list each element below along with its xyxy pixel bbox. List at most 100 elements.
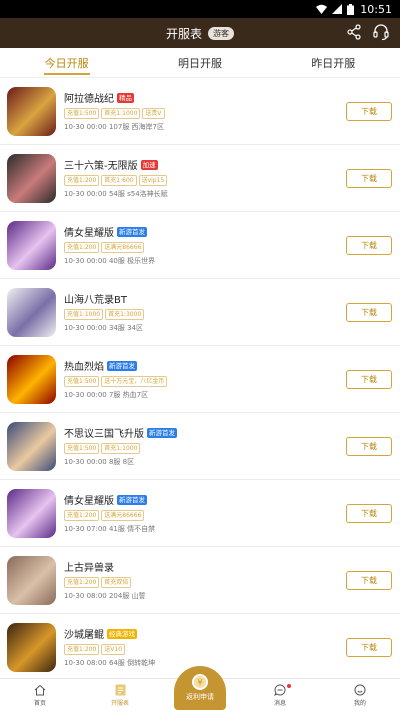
game-icon[interactable] bbox=[7, 86, 56, 136]
game-name: 热血烈焰 bbox=[64, 362, 104, 373]
nav-profile[interactable]: 我的 bbox=[320, 679, 400, 711]
download-button[interactable]: 下载 bbox=[346, 370, 392, 389]
game-icon[interactable] bbox=[7, 287, 56, 337]
home-icon bbox=[34, 684, 46, 695]
game-icon[interactable] bbox=[7, 153, 56, 203]
game-tag: 送贵V bbox=[142, 108, 165, 119]
game-tags: 充值1:200 送V10 bbox=[64, 644, 393, 655]
game-tags: 充值1:500 首充1:1000 送贵V bbox=[64, 108, 393, 119]
game-info: 阿拉德战纪 精品 充值1:500 首充1:1000 送贵V 10-30 00:00 107… bbox=[64, 90, 393, 132]
game-name: 倩女星耀版 bbox=[64, 496, 114, 507]
game-name-row: 三十六策-无限版 加速 bbox=[64, 157, 393, 172]
game-list-item[interactable]: 倩女星耀版 新游首发 充值1:200 送满元86666 10-30 07:00 41服 … bbox=[0, 480, 400, 547]
server-open-info: 10-30 00:00 40服 极乐世界 bbox=[64, 257, 156, 265]
game-list-item[interactable]: 三十六策-无限版 加速充值1:200 首充1:600 送vip15 10-30 00:0… bbox=[0, 145, 400, 212]
game-tag: 首充1:3000 bbox=[105, 309, 145, 320]
app-header: 开服表 游客 bbox=[0, 18, 400, 48]
game-icon[interactable] bbox=[7, 220, 56, 270]
status-time: 10:51 bbox=[360, 2, 392, 16]
game-tags: 充值1:500 首充1:1000 bbox=[64, 443, 393, 454]
game-label-badge: 新游首发 bbox=[107, 360, 137, 371]
game-name-row: 沙城屠鲲 经典游戏 bbox=[64, 626, 393, 641]
game-icon[interactable] bbox=[7, 622, 56, 672]
game-icon[interactable] bbox=[7, 488, 56, 538]
game-tags: 充值1:200 首充1:600 送vip15 bbox=[64, 175, 393, 186]
guest-badge: 游客 bbox=[208, 26, 234, 40]
game-tag: 首充1:600 bbox=[101, 175, 137, 186]
nav-home[interactable]: 首页 bbox=[0, 679, 80, 711]
server-list-icon bbox=[115, 684, 125, 695]
message-icon bbox=[274, 684, 286, 696]
game-icon[interactable] bbox=[7, 354, 56, 404]
game-tag: 充值1:500 bbox=[64, 443, 100, 454]
game-tag: 送满元86666 bbox=[101, 242, 145, 253]
game-label-badge: 新游首发 bbox=[117, 226, 147, 237]
download-button[interactable]: 下载 bbox=[346, 303, 392, 322]
tab-today[interactable]: 今日开服 bbox=[0, 48, 133, 77]
game-list-item[interactable]: 上古异兽录充值1:200 首充双倍 10-30 08:00 204服 山誓 下载 bbox=[0, 547, 400, 614]
game-name: 上古异兽录 bbox=[64, 563, 114, 574]
game-tags: 充值1:200 首充双倍 bbox=[64, 577, 393, 588]
download-button[interactable]: 下载 bbox=[346, 638, 392, 657]
server-open-info: 10-30 00:00 54服 s54洛神长赋 bbox=[64, 190, 168, 198]
profile-icon bbox=[354, 684, 366, 695]
game-label-badge: 新游首发 bbox=[147, 427, 177, 438]
game-info: 热血烈焰 新游首发 充值1:500 送十万元宝，八亿金币 10-30 00:00 7服 … bbox=[64, 358, 393, 400]
server-open-info: 10-30 08:00 204服 山誓 bbox=[64, 592, 146, 600]
download-button[interactable]: 下载 bbox=[346, 102, 392, 121]
game-list: 阿拉德战纪 精品 充值1:500 首充1:1000 送贵V 10-30 00:00 107… bbox=[0, 78, 400, 678]
game-tag: 充值1:500 bbox=[64, 108, 100, 119]
download-button[interactable]: 下载 bbox=[346, 571, 392, 590]
game-list-item[interactable]: 阿拉德战纪 精品 充值1:500 首充1:1000 送贵V 10-30 00:00 107… bbox=[0, 78, 400, 145]
game-tag: 充值1:200 bbox=[64, 242, 100, 253]
game-name-row: 倩女星耀版 新游首发 bbox=[64, 492, 393, 507]
game-list-item[interactable]: 山海八荒录BT 充值1:1000 首充1:3000 10-30 00:00 34服 3… bbox=[0, 279, 400, 346]
game-name-row: 热血烈焰 新游首发 bbox=[64, 358, 393, 373]
game-tag: 送vip15 bbox=[138, 175, 168, 186]
bottom-nav: 首页 开服表 消息 我的 ¥ 返利申请 bbox=[0, 666, 400, 711]
server-open-info: 10-30 08:00 64服 倒转乾坤 bbox=[64, 659, 156, 667]
customer-service-icon[interactable] bbox=[372, 23, 390, 41]
game-info: 沙城屠鲲 经典游戏充值1:200 送V10 10-30 08:00 64服 倒转乾坤 bbox=[64, 626, 393, 668]
game-tag: 充值1:500 bbox=[64, 376, 100, 387]
server-open-info: 10-30 00:00 8服 8区 bbox=[64, 458, 135, 466]
game-name-row: 山海八荒录BT bbox=[64, 291, 393, 306]
nav-home-label: 首页 bbox=[33, 699, 46, 707]
page-title: 开服表 bbox=[165, 26, 202, 41]
nav-profile-label: 我的 bbox=[353, 699, 366, 707]
unread-dot bbox=[286, 684, 291, 688]
tab-yesterday[interactable]: 昨日开服 bbox=[267, 48, 400, 77]
game-name: 阿拉德战纪 bbox=[64, 94, 114, 105]
download-button[interactable]: 下载 bbox=[346, 236, 392, 255]
game-tag: 充值1:200 bbox=[64, 175, 100, 186]
game-list-item[interactable]: 热血烈焰 新游首发 充值1:500 送十万元宝，八亿金币 10-30 00:00 7服 … bbox=[0, 346, 400, 413]
game-name: 不思议三国飞升版 bbox=[64, 429, 144, 440]
share-icon[interactable] bbox=[346, 24, 362, 40]
game-name-row: 上古异兽录 bbox=[64, 559, 393, 574]
download-button[interactable]: 下载 bbox=[346, 504, 392, 523]
game-tags: 充值1:200 送满元86666 bbox=[64, 510, 393, 521]
download-button[interactable]: 下载 bbox=[346, 169, 392, 188]
nav-server-list[interactable]: 开服表 bbox=[80, 679, 160, 711]
download-button[interactable]: 下载 bbox=[346, 437, 392, 456]
nav-messages[interactable]: 消息 bbox=[240, 679, 320, 711]
date-tabs: 今日开服 明日开服 昨日开服 bbox=[0, 48, 400, 78]
server-open-info: 10-30 00:00 7服 热血7区 bbox=[64, 391, 149, 399]
server-open-info: 10-30 00:00 107服 西海岸7区 bbox=[64, 123, 165, 131]
rebate-apply-button[interactable]: ¥ 返利申请 bbox=[174, 666, 226, 710]
game-icon[interactable] bbox=[7, 421, 56, 471]
game-list-item[interactable]: 不思议三国飞升版 新游首发充值1:500 首充1:1000 10-30 00:00 8… bbox=[0, 413, 400, 480]
nav-server-list-label: 开服表 bbox=[110, 699, 129, 707]
game-tag: 送满元86666 bbox=[101, 510, 145, 521]
game-name-row: 不思议三国飞升版 新游首发 bbox=[64, 425, 393, 440]
wifi-icon bbox=[316, 4, 328, 14]
game-name-row: 倩女星耀版 新游首发 bbox=[64, 224, 393, 239]
game-list-item[interactable]: 倩女星耀版 新游首发充值1:200 送满元86666 10-30 00:00 40服 … bbox=[0, 212, 400, 279]
game-info: 不思议三国飞升版 新游首发充值1:500 首充1:1000 10-30 00:00 8… bbox=[64, 425, 393, 467]
status-icons bbox=[316, 3, 355, 15]
game-info: 三十六策-无限版 加速充值1:200 首充1:600 送vip15 10-30 00:0… bbox=[64, 157, 393, 199]
tab-tomorrow[interactable]: 明日开服 bbox=[133, 48, 266, 77]
game-name: 山海八荒录BT bbox=[64, 295, 127, 306]
game-tag: 充值1:200 bbox=[64, 577, 100, 588]
game-icon[interactable] bbox=[7, 555, 56, 605]
